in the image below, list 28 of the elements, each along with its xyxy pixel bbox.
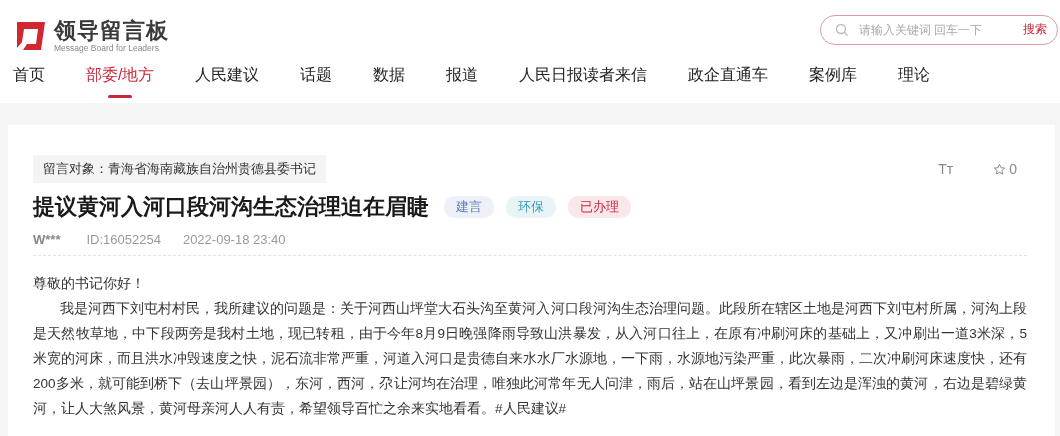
- nav-tab[interactable]: 报道: [446, 65, 479, 95]
- nav-tab[interactable]: 案例库: [809, 65, 858, 95]
- nav-tab[interactable]: 部委/地方: [86, 65, 155, 95]
- nav-tab[interactable]: 理论: [898, 65, 931, 95]
- nav-tab[interactable]: 政企直通车: [688, 65, 769, 95]
- favorite-button[interactable]: 0: [993, 161, 1017, 177]
- message-body: 我是河西下刘屯村村民，我所建议的问题是：关于河西山坪堂大石头沟至黄河入河口段河沟生态治理问题。此段所在辖区土地是河西下刘屯村所属，河沟上段是天然牧草地，中下段两旁是我村土地，现已转租，由于今年8月9日晚强降雨导致山洪暴发，从入河口往上，在原有冲刷河床的基础上，又冲刷出一道3米深，5米宽的河床，而且洪水冲毁速度之快，泥石流非常严重，河道入河口是贵德自来水水厂水源地，一下雨，水源地污染严重，此次暴雨，二次冲刷河床速度快，还有200多米，就可能到桥下（去山坪景园），东河，西河，尕让河均在治理，唯独此河常年无人问津，雨后，站在山坪景园，看到左边是浑浊的黄河，右边是碧绿黄河，让人大煞风景，黄河母亲河人人有责，希望领导百忙之余来实地看看。#人民建议#: [33, 300, 1027, 418]
- greeting: 尊敬的书记你好！: [33, 275, 146, 293]
- message-id: ID:16052254: [86, 232, 161, 247]
- search-button[interactable]: 搜索: [1023, 21, 1047, 38]
- tag: 环保: [506, 196, 556, 218]
- nav-tab[interactable]: 首页: [13, 65, 45, 95]
- nav-tab[interactable]: 人民日报读者来信: [519, 65, 648, 95]
- message-time: 2022-09-18 23:40: [182, 232, 286, 247]
- favorite-count: 0: [1009, 161, 1017, 177]
- tag: 已办理: [568, 196, 631, 218]
- message-target: 留言对象：青海省海南藏族自治州贵德县委书记: [33, 155, 326, 183]
- nav-tab[interactable]: 数据: [373, 65, 406, 95]
- nav-tab[interactable]: 人民建议: [195, 65, 260, 95]
- site-title: 领导留言板: [54, 18, 169, 43]
- tag: 建言: [444, 196, 494, 218]
- nav-tab[interactable]: 话题: [300, 65, 333, 95]
- message-title: 提议黄河入河口段河沟生态治理迫在眉睫: [33, 193, 429, 221]
- author-name: W***: [33, 232, 61, 247]
- search-icon: [835, 22, 849, 37]
- star-icon: [993, 162, 1007, 176]
- site-subtitle: Message Board for Leaders: [54, 42, 160, 53]
- font-size-button[interactable]: Tт: [938, 161, 954, 177]
